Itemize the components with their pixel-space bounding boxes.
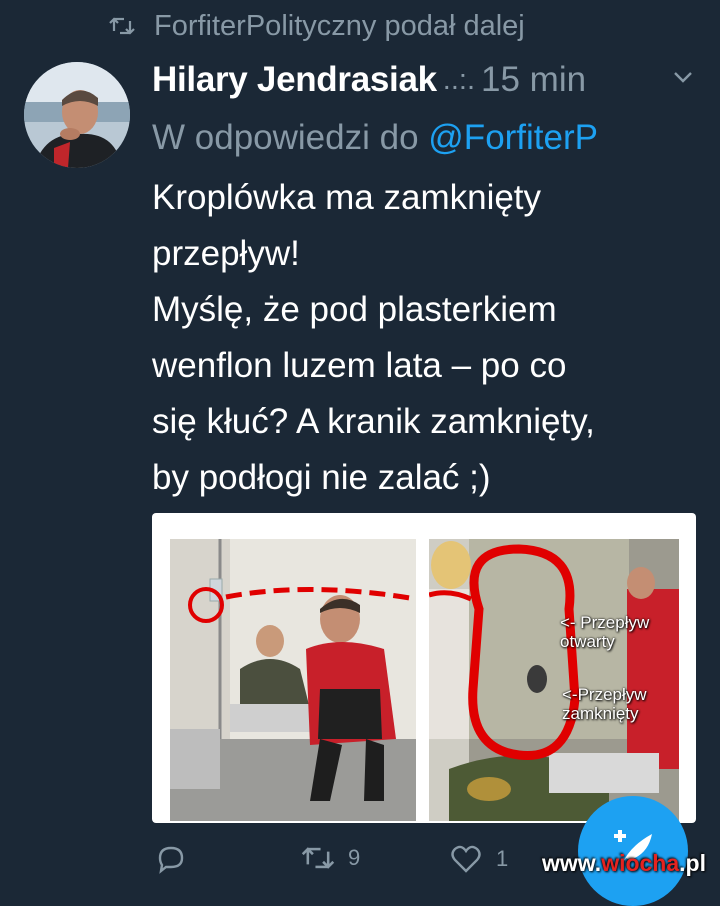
tweet-text: Kroplówka ma zamknięty przepływ! Myślę, … [152, 170, 712, 506]
annotation-open: <- Przepływ otwarty [560, 613, 649, 651]
photo-right: <- Przepływ otwarty <-Przepływ zamknięty [429, 539, 679, 821]
retweet-count: 9 [348, 845, 361, 870]
tweet-text-line: Myślę, że pod plasterkiem [152, 290, 557, 329]
like-count: 1 [496, 846, 509, 871]
retweet-context[interactable]: ForfiterPolityczny podał dalej [108, 6, 525, 46]
tweet-text-line: by podłogi nie zalać ;) [152, 458, 491, 497]
chevron-down-icon[interactable] [672, 70, 694, 84]
reply-mention-link[interactable]: @ForfiterP [428, 118, 598, 157]
reply-icon [158, 846, 184, 874]
retweet-icon [301, 847, 335, 869]
photo-left [170, 539, 416, 821]
watermark: www.wiocha.pl [542, 850, 706, 877]
reply-context: W odpowiedzi do @ForfiterP [152, 118, 598, 158]
watermark-brand: wiocha [601, 850, 680, 876]
author-handle: ..:. [442, 63, 476, 96]
retweet-text: ForfiterPolityczny podał dalej [154, 9, 525, 42]
tweet-media[interactable]: <- Przepływ otwarty <-Przepływ zamknięty [152, 513, 696, 823]
tweet-text-line: przepływ! [152, 234, 300, 273]
annotation-open-line: otwarty [560, 632, 615, 651]
annotation-closed: <-Przepływ zamknięty [562, 685, 647, 723]
heart-icon [451, 845, 481, 873]
avatar[interactable] [24, 62, 130, 168]
author-name[interactable]: Hilary Jendrasiak [152, 60, 437, 100]
tweet-text-line: się kłuć? A kranik zamknięty, [152, 402, 595, 441]
retweet-icon [109, 17, 135, 35]
tweet-time: 15 min [481, 60, 587, 99]
annotation-closed-line: <-Przepływ [562, 685, 647, 704]
watermark-suffix: .pl [679, 850, 706, 876]
tweet-text-line: Kroplówka ma zamknięty [152, 178, 542, 217]
reply-button[interactable] [156, 844, 186, 874]
retweet-button[interactable]: 9 [300, 844, 360, 872]
tweet-text-line: wenflon luzem lata – po co [152, 346, 567, 385]
annotation-open-line: <- Przepływ [560, 613, 650, 632]
reply-prefix: W odpowiedzi do [152, 118, 419, 157]
like-button[interactable]: 1 [450, 844, 508, 874]
watermark-prefix: www. [541, 850, 602, 876]
annotation-closed-line: zamknięty [562, 704, 639, 723]
tweet-header: Hilary Jendrasiak ..:. 15 min [152, 56, 700, 104]
